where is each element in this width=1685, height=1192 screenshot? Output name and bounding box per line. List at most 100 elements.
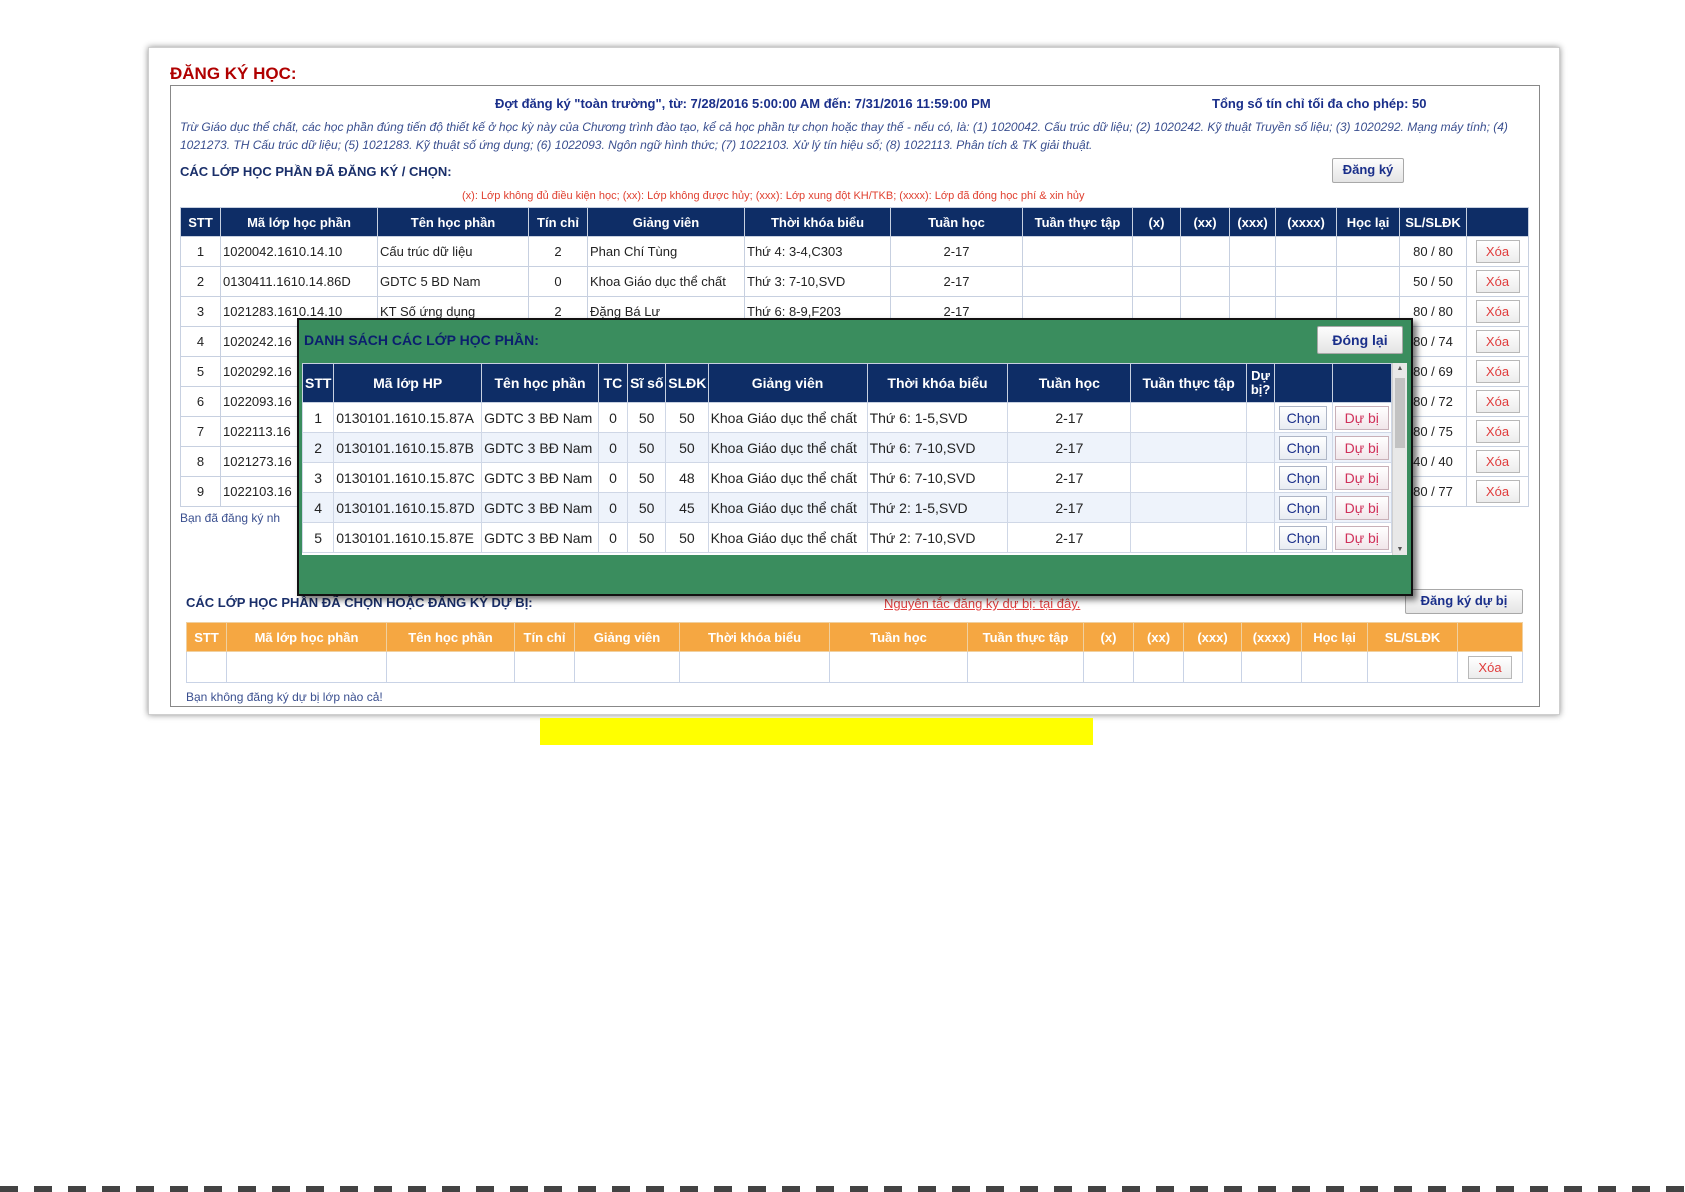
cell-size: 50 <box>627 432 667 463</box>
cell-empty <box>1130 492 1247 523</box>
cell-reserve: Dự bị <box>1331 462 1392 493</box>
choose-button[interactable]: Chọn <box>1279 495 1328 520</box>
cell-code: 0130101.1610.15.87E <box>333 522 483 553</box>
cell-stt: 7 <box>180 416 221 447</box>
cell-schedule: Thứ 6: 7-10,SVD <box>866 462 1009 493</box>
delete-button[interactable]: Xóa <box>1475 450 1520 473</box>
column-header: Học lại <box>1301 622 1368 652</box>
table-row: 1 0130101.1610.15.87A GDTC 3 BĐ Nam 0 50 50 Kh… <box>302 402 1392 433</box>
close-dialog-button[interactable]: Đóng lại <box>1317 326 1403 354</box>
cell-stt: 4 <box>180 326 221 357</box>
delete-button[interactable]: Xóa <box>1475 270 1520 293</box>
cell-empty <box>1132 236 1181 267</box>
delete-button[interactable]: Xóa <box>1475 300 1520 323</box>
column-header: Thời khóa biểu <box>744 207 891 237</box>
class-list-scroll-area[interactable]: STT Mã lớp HP Tên học phần TC Sĩ số SLĐK Giảng… <box>302 363 1392 555</box>
registration-round-info: Đợt đăng ký "toàn trường", từ: 7/28/2016… <box>495 96 991 111</box>
cell-lecturer: Khoa Giáo dục thể chất <box>707 402 868 433</box>
table-row: 2 0130101.1610.15.87B GDTC 3 BĐ Nam 0 50 50 Kh… <box>302 432 1392 463</box>
choose-button[interactable]: Chọn <box>1279 525 1328 550</box>
delete-button[interactable]: Xóa <box>1475 390 1520 413</box>
cell-code: 0130101.1610.15.87D <box>333 492 483 523</box>
cell-tc: 0 <box>597 432 629 463</box>
cell-stt: 5 <box>180 356 221 387</box>
cell-code: 0130101.1610.15.87B <box>333 432 483 463</box>
cell-reg: 50 <box>665 402 709 433</box>
cell-empty <box>1245 522 1276 553</box>
register-reserve-button[interactable]: Đăng ký dự bị <box>1405 589 1523 614</box>
column-header: (xxx) <box>1183 622 1242 652</box>
cell-name: GDTC 3 BĐ Nam <box>481 522 599 553</box>
column-header: STT <box>186 622 227 652</box>
column-header: Giảng viên <box>707 363 868 403</box>
cell-action: Xóa <box>1466 296 1529 327</box>
column-header: Sĩ số <box>627 363 667 403</box>
column-header: TC <box>597 363 629 403</box>
column-header: (x) <box>1132 207 1181 237</box>
column-header: SLĐK <box>665 363 709 403</box>
delete-button[interactable]: Xóa <box>1475 480 1520 503</box>
cell-reserve: Dự bị <box>1331 492 1392 523</box>
cell-code: 0130101.1610.15.87C <box>333 462 483 493</box>
cell-lecturer: Khoa Giáo dục thể chất <box>707 492 868 523</box>
column-header: Tín chỉ <box>528 207 588 237</box>
delete-button[interactable]: Xóa <box>1468 655 1512 679</box>
delete-button[interactable]: Xóa <box>1475 360 1520 383</box>
cell-stt: 3 <box>180 296 221 327</box>
cell-weeks: 2-17 <box>890 266 1023 297</box>
choose-button[interactable]: Chọn <box>1279 465 1328 490</box>
cell-stt: 1 <box>302 402 335 433</box>
cell-stt: 4 <box>302 492 335 523</box>
cell-weeks: 2-17 <box>1007 522 1132 553</box>
reserve-button[interactable]: Dự bị <box>1334 405 1389 430</box>
cell-empty <box>1130 402 1247 433</box>
table-row: 4 0130101.1610.15.87D GDTC 3 BĐ Nam 0 50 45 Kh… <box>302 492 1392 523</box>
cell-empty <box>1132 266 1181 297</box>
cell-tc: 0 <box>597 402 629 433</box>
cell-empty <box>1245 492 1276 523</box>
table-row: 2 0130411.1610.14.86D GDTC 5 BD Nam 0 Khoa G… <box>180 266 1529 297</box>
choose-button[interactable]: Chọn <box>1279 405 1328 430</box>
bottom-decoration-strip <box>0 1186 1685 1192</box>
cell-lecturer: Khoa Giáo dục thể chất <box>707 462 868 493</box>
column-header: Tên học phần <box>386 622 515 652</box>
dialog-scrollbar[interactable]: ▲ ▼ <box>1392 363 1407 555</box>
cell-tc: 0 <box>597 492 629 523</box>
register-button[interactable]: Đăng ký <box>1332 158 1404 183</box>
column-header: Học lại <box>1336 207 1400 237</box>
scrollbar-thumb[interactable] <box>1395 378 1405 448</box>
cell-reg: 48 <box>665 462 709 493</box>
cell-stt: 1 <box>180 236 221 267</box>
cell-action: Xóa <box>1466 476 1529 507</box>
reserve-button[interactable]: Dự bị <box>1334 495 1389 520</box>
cell-empty <box>1245 402 1276 433</box>
cell-action: Xóa <box>1466 356 1529 387</box>
cell-schedule: Thứ 2: 1-5,SVD <box>866 492 1009 523</box>
cell-weeks: 2-17 <box>890 236 1023 267</box>
cell-empty <box>1275 236 1337 267</box>
status-legend: (x): Lớp không đủ điều kiện học; (xx): L… <box>462 190 1085 202</box>
scroll-up-icon[interactable]: ▲ <box>1393 365 1407 372</box>
cell-tc: 0 <box>597 522 629 553</box>
column-header: (xx) <box>1180 207 1230 237</box>
class-list-dialog: DANH SÁCH CÁC LỚP HỌC PHẦN: Đóng lại STT… <box>297 318 1413 596</box>
scroll-down-icon[interactable]: ▼ <box>1393 546 1407 553</box>
column-header-actions <box>1457 622 1523 652</box>
delete-button[interactable]: Xóa <box>1475 420 1520 443</box>
reserve-rule-link[interactable]: Nguyên tắc đăng ký dự bị: tại đây. <box>884 596 1080 611</box>
delete-button[interactable]: Xóa <box>1475 240 1520 263</box>
cell-name: GDTC 3 BĐ Nam <box>481 492 599 523</box>
cell-size: 50 <box>627 522 667 553</box>
cell-reg: 45 <box>665 492 709 523</box>
reserve-button[interactable]: Dự bị <box>1334 525 1389 550</box>
cell-action: Xóa <box>1466 416 1529 447</box>
cell-empty <box>1180 266 1230 297</box>
reserve-button[interactable]: Dự bị <box>1334 435 1389 460</box>
column-header: Tuần thực tập <box>1130 363 1247 403</box>
max-credits-info: Tổng số tín chỉ tối đa cho phép: 50 <box>1212 96 1427 111</box>
reserve-button[interactable]: Dự bị <box>1334 465 1389 490</box>
choose-button[interactable]: Chọn <box>1279 435 1328 460</box>
table-row: 5 0130101.1610.15.87E GDTC 3 BĐ Nam 0 50 50 Kh… <box>302 522 1392 553</box>
delete-button[interactable]: Xóa <box>1475 330 1520 353</box>
cell-weeks: 2-17 <box>1007 432 1132 463</box>
